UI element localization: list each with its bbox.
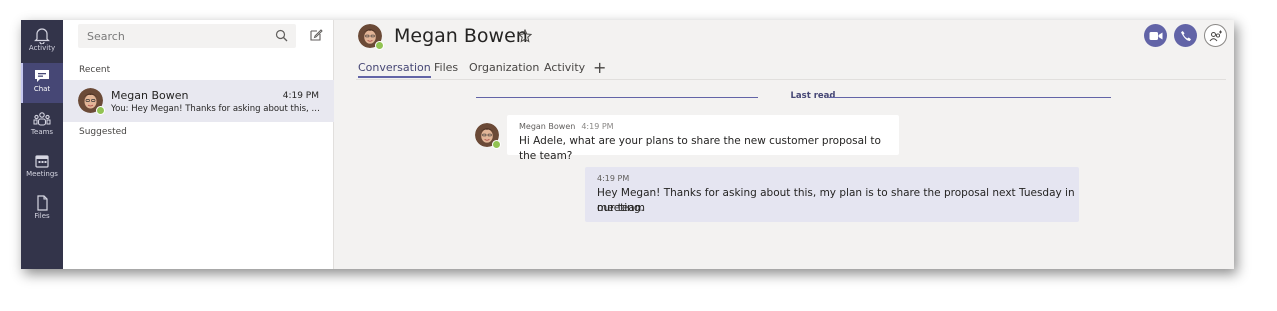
message-text: Hi Adele, what are your plans to share t… (519, 135, 881, 162)
file-icon (37, 195, 48, 211)
star-icon[interactable] (518, 29, 532, 43)
rail-item-teams[interactable]: Teams (21, 106, 63, 146)
recent-section-label: Recent (79, 65, 111, 75)
rail-item-files[interactable]: Files (21, 190, 63, 230)
video-call-button[interactable] (1144, 24, 1167, 47)
chat-header-name: Megan Bowen (394, 25, 528, 47)
rail-label-teams: Teams (30, 128, 54, 136)
outgoing-message[interactable]: 4:19 PM Hey Megan! Thanks for asking abo… (585, 167, 1079, 222)
rail-label-meetings: Meetings (26, 170, 58, 178)
message-text-line-2: meeting. (597, 202, 644, 214)
search-placeholder: Search (87, 30, 125, 43)
teams-icon (33, 112, 51, 126)
chat-item-time: 4:19 PM (282, 91, 319, 101)
compose-icon[interactable] (309, 28, 323, 42)
rail-item-activity[interactable]: Activity (21, 22, 63, 62)
conversation-pane: Megan Bowen Conversation Files Organizat… (334, 20, 1234, 269)
audio-call-button[interactable] (1174, 24, 1197, 47)
message-avatar[interactable] (475, 123, 501, 149)
last-read-label: Last read (790, 91, 836, 101)
message-sender: Megan Bowen (519, 122, 576, 131)
last-read-divider-left (476, 97, 758, 98)
chat-item-name: Megan Bowen (111, 89, 189, 102)
chat-list-item[interactable]: Megan Bowen 4:19 PM You: Hey Megan! Than… (63, 80, 334, 122)
chat-item-preview: You: Hey Megan! Thanks for asking about … (111, 104, 321, 114)
header-avatar[interactable] (358, 24, 384, 50)
presence-available-icon (96, 106, 105, 115)
presence-available-icon (492, 140, 501, 149)
rail-label-chat: Chat (33, 85, 51, 93)
rail-label-files: Files (34, 212, 50, 220)
message-meta: Megan Bowen 4:19 PM (519, 122, 614, 131)
add-tab-button[interactable]: + (593, 58, 606, 77)
rail-item-meetings[interactable]: Meetings (21, 148, 63, 188)
message-text-line-1: Hey Megan! Thanks for asking about this,… (597, 187, 1075, 214)
header-divider (356, 79, 1226, 80)
search-icon[interactable] (275, 29, 288, 42)
add-people-button[interactable] (1204, 24, 1227, 47)
video-call-icon (1149, 31, 1162, 40)
add-people-icon (1209, 30, 1222, 41)
teams-window: Activity Chat Teams Meetings Files Searc… (21, 20, 1234, 269)
incoming-message[interactable]: Megan Bowen 4:19 PM Hi Adele, what are yo… (507, 115, 899, 162)
bell-icon (34, 28, 50, 44)
presence-available-icon (375, 41, 384, 50)
search-input[interactable]: Search (78, 24, 296, 48)
tab-conversation[interactable]: Conversation (358, 61, 431, 78)
tab-organization[interactable]: Organization (469, 61, 539, 76)
message-time: 4:19 PM (581, 122, 614, 131)
tab-files[interactable]: Files (434, 61, 458, 76)
app-rail: Activity Chat Teams Meetings Files (21, 20, 63, 269)
suggested-section-label: Suggested (79, 127, 127, 137)
avatar (78, 88, 105, 115)
message-time: 4:19 PM (597, 174, 630, 183)
last-read-divider-right (829, 97, 1111, 98)
tab-activity[interactable]: Activity (544, 61, 585, 76)
chat-icon (35, 70, 49, 82)
chat-list-panel: Search Recent Megan Bowen 4:19 PM You: H… (63, 20, 334, 269)
rail-label-activity: Activity (28, 44, 56, 52)
rail-item-chat[interactable]: Chat (21, 63, 63, 103)
audio-call-icon (1180, 30, 1191, 41)
calendar-icon (35, 155, 49, 168)
